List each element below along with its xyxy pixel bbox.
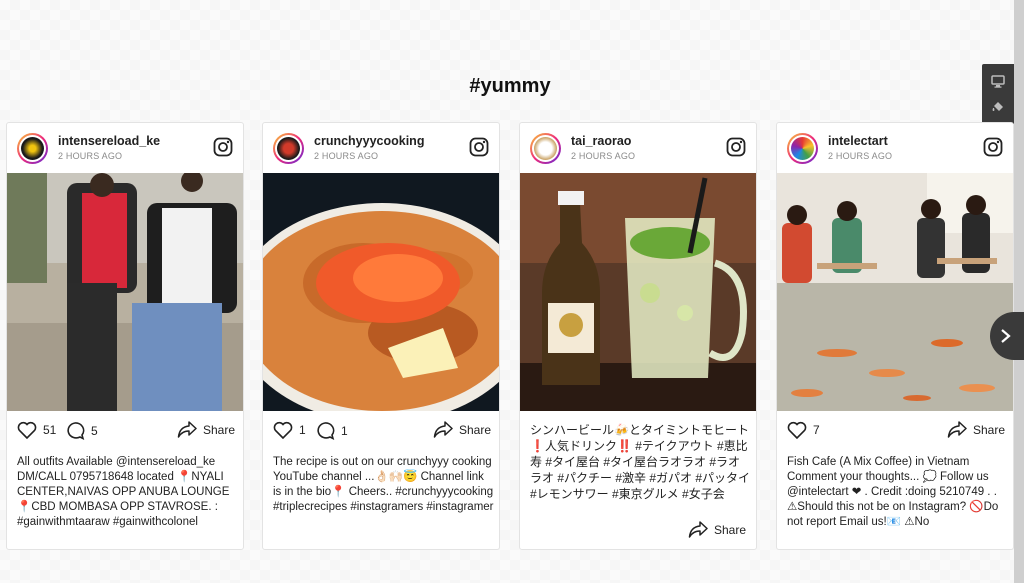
comment-button[interactable]: 5 <box>65 421 98 440</box>
avatar[interactable] <box>17 133 48 164</box>
share-label: Share <box>458 422 491 437</box>
post-image[interactable] <box>7 173 243 411</box>
comment-icon <box>67 422 85 440</box>
like-button[interactable]: 7 <box>787 421 820 439</box>
post-card[interactable]: crunchyyycooking 2 HOURS AGO 1 1 Share T… <box>262 122 500 550</box>
username[interactable]: intensereload_ke <box>58 134 160 148</box>
post-card[interactable]: intelectart 2 HOURS AGO 7 Share Fish Caf… <box>776 122 1014 550</box>
post-header: intelectart 2 HOURS AGO <box>777 123 1013 173</box>
timestamp: 2 HOURS AGO <box>314 151 379 161</box>
like-count: 7 <box>813 423 820 437</box>
share-button[interactable]: Share <box>688 521 746 538</box>
heart-icon <box>273 421 293 439</box>
share-icon <box>177 421 197 438</box>
comment-icon <box>317 422 335 440</box>
instagram-icon[interactable] <box>213 137 233 157</box>
post-card[interactable]: intensereload_ke 2 HOURS AGO 51 5 Share … <box>6 122 244 550</box>
comment-count: 1 <box>341 423 348 438</box>
post-card[interactable]: tai_raorao 2 HOURS AGO シンハービール🍻とタイミントモヒー… <box>519 122 757 550</box>
instagram-icon[interactable] <box>983 137 1003 157</box>
share-icon <box>947 421 967 438</box>
post-caption: The recipe is out on our crunchyyy cooki… <box>273 456 494 513</box>
timestamp: 2 HOURS AGO <box>58 151 123 161</box>
timestamp: 2 HOURS AGO <box>571 151 636 161</box>
share-button[interactable]: Share <box>433 421 491 438</box>
post-caption: All outfits Available @intensereload_ke … <box>17 456 230 528</box>
avatar[interactable] <box>273 133 304 164</box>
heart-icon <box>787 421 807 439</box>
post-header: crunchyyycooking 2 HOURS AGO <box>263 123 499 173</box>
post-actions: 7 Share <box>777 419 1013 445</box>
avatar[interactable] <box>787 133 818 164</box>
username[interactable]: tai_raorao <box>571 134 631 148</box>
share-label: Share <box>713 522 746 537</box>
post-actions: 51 5 Share <box>7 419 243 445</box>
share-label: Share <box>972 422 1005 437</box>
share-icon <box>688 521 708 538</box>
chevron-right-icon <box>1001 329 1011 343</box>
comment-button[interactable]: 1 <box>315 421 348 440</box>
share-label: Share <box>202 422 235 437</box>
post-actions: 1 1 Share <box>263 419 499 445</box>
post-header: intensereload_ke 2 HOURS AGO <box>7 123 243 173</box>
username[interactable]: crunchyyycooking <box>314 134 424 148</box>
like-button[interactable]: 51 <box>17 421 56 439</box>
post-image[interactable] <box>520 173 756 411</box>
share-button[interactable]: Share <box>177 421 235 438</box>
comment-count: 5 <box>91 423 98 438</box>
share-icon <box>433 421 453 438</box>
page-title: #yummy <box>469 75 551 97</box>
post-caption: シンハービール🍻とタイミントモヒート❗️人気ドリンク‼️ #テイクアウト #恵比… <box>530 423 751 501</box>
timestamp: 2 HOURS AGO <box>828 151 893 161</box>
post-caption: Fish Cafe (A Mix Coffee) in Vietnam Comm… <box>787 456 999 528</box>
like-count: 1 <box>299 423 306 437</box>
avatar[interactable] <box>530 133 561 164</box>
post-image[interactable] <box>263 173 499 411</box>
post-image[interactable] <box>777 173 1013 411</box>
instagram-icon[interactable] <box>726 137 746 157</box>
share-button[interactable]: Share <box>947 421 1005 438</box>
username[interactable]: intelectart <box>828 134 888 148</box>
like-button[interactable]: 1 <box>273 421 306 439</box>
post-header: tai_raorao 2 HOURS AGO <box>520 123 756 173</box>
instagram-icon[interactable] <box>469 137 489 157</box>
heart-icon <box>17 421 37 439</box>
like-count: 51 <box>43 423 57 437</box>
paint-bucket-icon[interactable] <box>986 95 1010 119</box>
